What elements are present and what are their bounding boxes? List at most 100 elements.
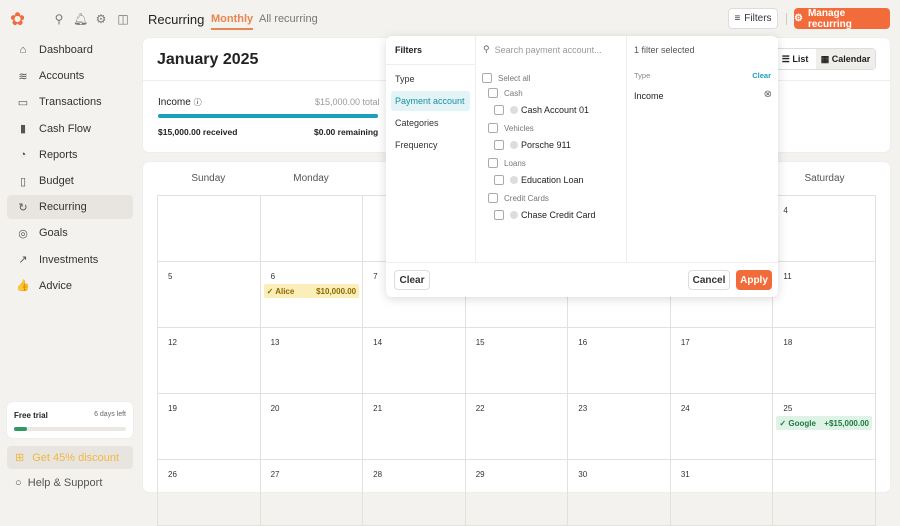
filter-nav-frequency[interactable]: Frequency (391, 135, 470, 155)
account-checkbox[interactable]: Chase Credit Card (494, 210, 596, 220)
sidebar-item-investments[interactable]: ↗ Investments (7, 248, 133, 272)
filter-nav-type[interactable]: Type (391, 69, 470, 89)
calendar-day[interactable]: 26 (158, 460, 261, 526)
calendar-day[interactable]: 12 (158, 328, 261, 394)
account-label: Porsche 911 (521, 140, 571, 150)
list-label: List (792, 54, 809, 64)
cancel-button[interactable]: Cancel (688, 270, 730, 290)
calendar-day[interactable]: 23 (568, 394, 671, 460)
app-logo[interactable]: ✿ (10, 10, 28, 28)
manage-recurring-button[interactable]: ⚙ Manage recurring (794, 8, 890, 30)
day-number: 11 (783, 272, 792, 281)
group-checkbox[interactable]: Cash (488, 88, 523, 98)
income-remaining: $0.00 remaining (314, 127, 379, 137)
discount-label: Get 45% discount (32, 451, 120, 464)
calendar-day[interactable]: 21 (363, 394, 466, 460)
remove-filter-icon[interactable]: ⊗ (764, 89, 772, 100)
calendar-icon: ▦ (820, 53, 830, 64)
nav-icon: ▮ (19, 123, 27, 136)
sidebar-item-budget[interactable]: ▯ Budget (7, 169, 133, 193)
group-checkbox[interactable]: Loans (488, 158, 526, 168)
calendar-day[interactable]: 18 (773, 328, 876, 394)
clear-button[interactable]: Clear (394, 270, 430, 290)
account-checkbox[interactable]: Porsche 911 (494, 140, 571, 150)
calendar-day[interactable]: 28 (363, 460, 466, 526)
calendar-day[interactable]: 31 (670, 460, 774, 526)
sidebar-item-dashboard[interactable]: ⌂ Dashboard (7, 38, 133, 62)
filter-icon: ≡ (734, 13, 741, 24)
calendar-day[interactable]: 16 (568, 328, 671, 394)
calendar-day[interactable] (158, 196, 261, 262)
recurring-event[interactable]: ✓ Alice $10,000.00 (263, 284, 360, 298)
filter-nav-payment-account[interactable]: Payment account (391, 91, 470, 111)
calendar-day[interactable]: 15 (465, 328, 569, 394)
day-number: 5 (168, 272, 173, 281)
sidebar-item-recurring[interactable]: ↻ Recurring (7, 195, 133, 220)
calendar-day[interactable]: 19 (158, 394, 261, 460)
calendar-day[interactable]: 5 (158, 262, 261, 328)
divider (786, 13, 787, 25)
event-amount: $10,000.00 (316, 286, 357, 296)
event-name: ✓ Alice (267, 287, 295, 296)
calendar-day[interactable]: 14 (363, 328, 466, 394)
list-icon: ☰ (781, 53, 790, 64)
weekday-header: Saturday (804, 173, 845, 184)
calendar-day[interactable]: 25 ✓ Google +$15,000.00 (773, 394, 876, 460)
calendar-day[interactable]: 30 (568, 460, 671, 526)
sidebar-toggle-icon[interactable]: ◫ (116, 12, 130, 26)
sidebar-item-goals[interactable]: ◎ Goals (7, 221, 133, 245)
sidebar-item-label: Goals (39, 227, 68, 240)
view-list-button[interactable]: ☰ List (774, 49, 816, 69)
sidebar-item-accounts[interactable]: ≋ Accounts (7, 64, 133, 88)
calendar-day[interactable]: 24 (670, 394, 774, 460)
trial-label: Free trial (14, 411, 48, 420)
tab-monthly[interactable]: Monthly (211, 13, 254, 30)
sidebar-item-reports[interactable]: ◔ Reports (7, 143, 133, 167)
sidebar-item-advice[interactable]: 👍 Advice (7, 274, 133, 298)
sidebar-item-transactions[interactable]: ▭ Transactions (7, 90, 133, 114)
select-all-checkbox[interactable]: Select all (482, 73, 530, 83)
nav-icon: ▭ (17, 96, 29, 109)
day-number: 29 (475, 470, 485, 479)
free-trial-card: Free trial 6 days left (7, 402, 133, 438)
account-checkbox[interactable]: Cash Account 01 (494, 105, 589, 115)
calendar-day[interactable]: 6 ✓ Alice $10,000.00 (260, 262, 364, 328)
sidebar-item-cash-flow[interactable]: ▮ Cash Flow (7, 117, 133, 141)
calendar-day[interactable]: 11 (773, 262, 876, 328)
filter-nav-categories[interactable]: Categories (391, 113, 470, 133)
tab-all-recurring[interactable]: All recurring (259, 13, 318, 25)
group-checkbox[interactable]: Vehicles (488, 123, 534, 133)
event-payee: Alice (275, 286, 295, 296)
group-checkbox[interactable]: Credit Cards (488, 193, 549, 203)
calendar-day[interactable]: 17 (670, 328, 774, 394)
sidebar-item-label: Dashboard (39, 44, 93, 56)
weekday-header: Sunday (191, 173, 226, 184)
account-checkbox[interactable]: Education Loan (494, 175, 584, 185)
clear-type-link[interactable]: Clear (752, 71, 771, 80)
account-icon (510, 106, 518, 114)
help-link[interactable]: ○ Help & Support (15, 477, 102, 489)
calendar-day[interactable]: 27 (260, 460, 364, 526)
day-number: 26 (168, 470, 177, 479)
nav-icon: ≋ (18, 70, 28, 83)
recurring-event[interactable]: ✓ Google +$15,000.00 (776, 416, 872, 430)
calendar-day[interactable]: 20 (260, 394, 364, 460)
nav-icon: ◎ (18, 227, 28, 240)
day-number: 12 (168, 338, 177, 347)
search-icon[interactable]: ⚲ (52, 12, 66, 26)
gear-icon[interactable]: ⚙ (94, 12, 108, 26)
calendar-day[interactable] (773, 460, 876, 526)
nav-icon: ◔ (19, 148, 27, 161)
calendar-day[interactable]: 4 (773, 196, 876, 262)
account-search-input[interactable]: ⚲ Search payment account... (483, 44, 602, 55)
bell-icon[interactable]: 🔔︎ (73, 12, 88, 26)
calendar-day[interactable]: 22 (465, 394, 569, 460)
view-calendar-button[interactable]: ▦ Calendar (816, 49, 875, 69)
apply-button[interactable]: Apply (736, 270, 772, 290)
calendar-day[interactable]: 13 (260, 328, 364, 394)
discount-button[interactable]: ⊞ Get 45% discount (7, 446, 133, 469)
info-icon[interactable]: ⓘ (194, 98, 202, 107)
filters-button[interactable]: ≡ Filters (728, 8, 778, 29)
calendar-day[interactable] (260, 196, 364, 262)
calendar-day[interactable]: 29 (465, 460, 569, 526)
